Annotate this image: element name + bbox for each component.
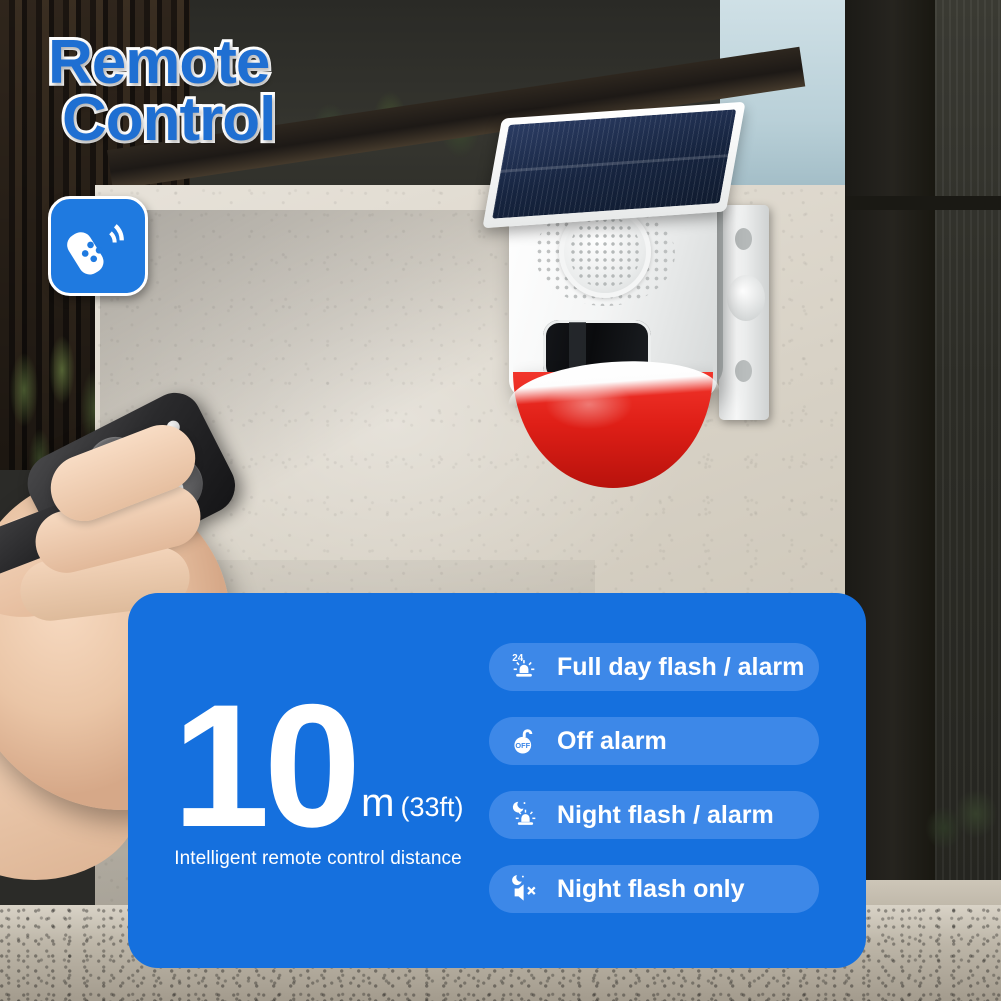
remote-control-signal-icon xyxy=(67,224,124,275)
padlock-off-icon: OFF xyxy=(507,724,541,758)
moon-siren-icon xyxy=(507,798,541,832)
feature-item-night-flash-alarm[interactable]: Night flash / alarm xyxy=(489,791,819,839)
feature-label: Night flash / alarm xyxy=(557,800,774,829)
window-mullion xyxy=(845,196,1001,210)
shrub xyxy=(918,770,1001,870)
feature-label: Full day flash / alarm xyxy=(557,652,805,681)
distance-value-row: 10 m (33ft) xyxy=(168,638,468,864)
distance-unit-imperial: (33ft) xyxy=(400,792,464,822)
feature-item-full-day[interactable]: 24 Full day flash / alarm xyxy=(489,643,819,691)
mount-screw-hole-bottom xyxy=(735,360,752,382)
distance-block: 10 m (33ft) Intelligent remote control d… xyxy=(168,638,468,928)
mount-screw-hole-top xyxy=(735,228,752,250)
distance-value: 10 xyxy=(172,668,361,864)
moon-speaker-mute-icon xyxy=(507,872,541,906)
remote-control-badge xyxy=(48,196,148,296)
siren-perforations xyxy=(569,216,641,288)
feature-label: Night flash only xyxy=(557,874,745,903)
page-title: Remote Control xyxy=(45,29,279,155)
info-panel: 10 m (33ft) Intelligent remote control d… xyxy=(128,593,866,968)
title-line-2: Control xyxy=(59,85,279,155)
svg-text:OFF: OFF xyxy=(515,741,530,750)
feature-list: 24 Full day flash / alarm OFF Off alarm … xyxy=(489,643,819,939)
solar-alarm-device xyxy=(469,101,787,488)
feature-item-off-alarm[interactable]: OFF Off alarm xyxy=(489,717,819,765)
solar-panel xyxy=(482,101,746,229)
mount-pivot-knob xyxy=(727,275,765,321)
product-marketing-image: Remote Control 10 m (33ft) Intelligent r… xyxy=(0,0,1001,1001)
feature-label: Off alarm xyxy=(557,726,667,755)
solar-panel-cells xyxy=(492,109,737,219)
distance-unit-metric: m xyxy=(361,781,395,825)
svg-text:24: 24 xyxy=(512,653,523,664)
siren-24h-icon: 24 xyxy=(507,650,541,684)
feature-item-night-flash-only[interactable]: Night flash only xyxy=(489,865,819,913)
distance-units: m (33ft) xyxy=(361,781,463,838)
